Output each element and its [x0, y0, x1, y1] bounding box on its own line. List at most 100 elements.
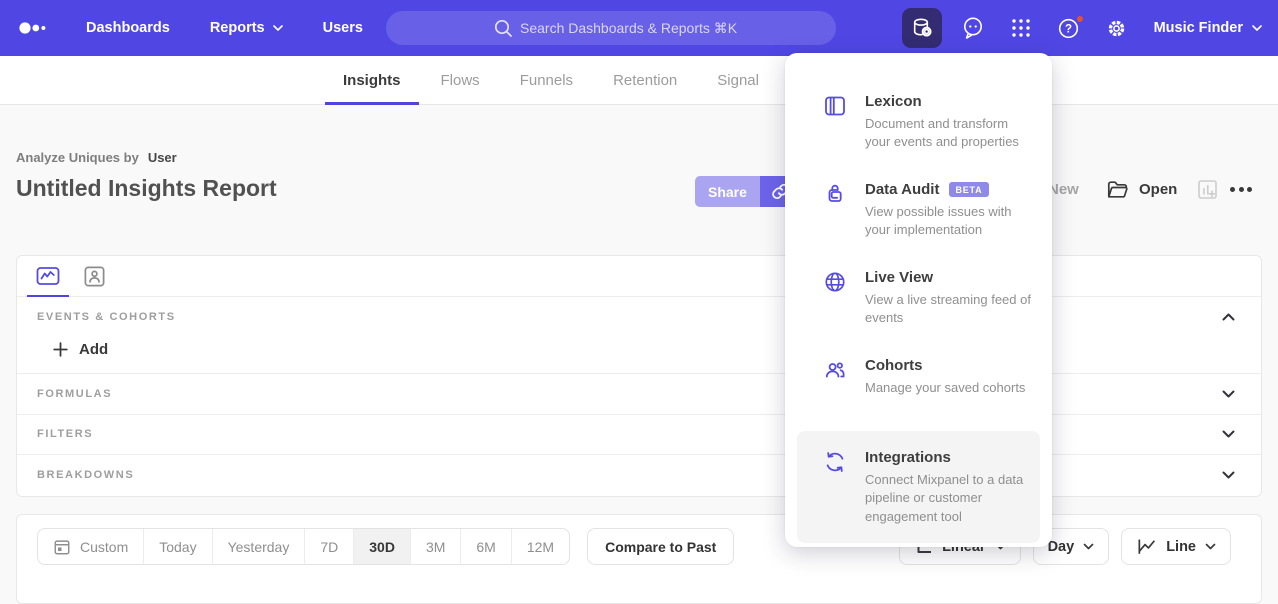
tab-profiles-view[interactable] [71, 256, 117, 296]
range-6m[interactable]: 6M [460, 529, 510, 564]
page-title[interactable]: Untitled Insights Report [16, 175, 277, 202]
nav-users[interactable]: Users [323, 20, 363, 36]
report-header: Untitled Insights Report Share New Open [0, 170, 1278, 214]
menu-item-text: Live View View a live streaming feed of … [865, 269, 1032, 328]
menu-item-lexicon[interactable]: Lexicon Document and transform your even… [785, 79, 1052, 167]
menu-item-cohorts[interactable]: Cohorts Manage your saved cohorts [785, 343, 1052, 431]
project-name: Music Finder [1154, 20, 1243, 36]
line-chart-icon [1136, 536, 1157, 557]
range-30d[interactable]: 30D [353, 529, 410, 564]
cohorts-description: Manage your saved cohorts [865, 379, 1025, 397]
nav-dashboards[interactable]: Dashboards [86, 20, 170, 36]
analyze-line: Analyze Uniques by User [16, 150, 177, 165]
mixpanel-logo-icon[interactable] [18, 21, 54, 35]
search-input[interactable] [386, 11, 836, 45]
chevron-up-icon [1222, 313, 1235, 321]
chevron-down-icon [1222, 471, 1235, 479]
menu-item-data-audit[interactable]: Data Audit BETA View possible issues wit… [785, 167, 1052, 255]
settings-gear-icon [1105, 17, 1128, 40]
range-12m[interactable]: 12M [511, 529, 569, 564]
apps-grid-button[interactable] [1004, 11, 1038, 45]
data-management-button[interactable] [902, 8, 942, 48]
chevron-down-icon [1252, 25, 1262, 31]
lexicon-icon [823, 94, 847, 118]
share-button[interactable]: Share [695, 176, 760, 207]
chart-toolbar: Custom Today Yesterday 7D 30D 3M 6M 12M … [16, 514, 1262, 604]
chevron-down-icon [1205, 543, 1216, 550]
live-view-description: View a live streaming feed of events [865, 291, 1032, 328]
nav-reports-label: Reports [210, 20, 265, 36]
nav-reports[interactable]: Reports [210, 20, 283, 36]
cohorts-people-icon [823, 358, 847, 382]
range-today[interactable]: Today [143, 529, 211, 564]
date-range-segmented: Custom Today Yesterday 7D 30D 3M 6M 12M [37, 528, 570, 565]
range-yesterday[interactable]: Yesterday [212, 529, 305, 564]
events-add-row: Add [17, 333, 1261, 373]
section-formulas[interactable]: FORMULAS [17, 373, 1261, 414]
integrations-description: Connect Mixpanel to a data pipeline or c… [865, 471, 1024, 526]
tab-funnels[interactable]: Funnels [502, 56, 591, 104]
feedback-button[interactable] [956, 11, 990, 45]
lexicon-description: Document and transform your events and p… [865, 115, 1032, 152]
help-button[interactable]: ? [1052, 11, 1086, 45]
live-view-globe-icon [823, 270, 847, 294]
project-switcher[interactable]: Music Finder [1154, 20, 1262, 36]
folder-icon [1106, 178, 1129, 201]
chart-type-label: Line [1166, 539, 1196, 555]
add-to-dashboard-button[interactable] [1196, 178, 1219, 201]
insights-chart-icon [36, 264, 60, 288]
events-cohorts-header[interactable]: EVENTS & COHORTS [17, 297, 1261, 333]
range-custom[interactable]: Custom [38, 529, 143, 564]
chevron-down-icon [1222, 390, 1235, 398]
menu-item-text: Lexicon Document and transform your even… [865, 93, 1032, 152]
menu-item-live-view[interactable]: Live View View a live streaming feed of … [785, 255, 1052, 343]
tab-insights[interactable]: Insights [325, 56, 419, 104]
integrations-sync-icon [823, 450, 847, 474]
open-report-button[interactable]: Open [1106, 178, 1177, 201]
search-icon [494, 19, 513, 38]
data-management-dropdown: Lexicon Document and transform your even… [785, 53, 1052, 547]
analyze-entity-select[interactable]: User [148, 150, 177, 165]
tab-retention[interactable]: Retention [595, 56, 695, 104]
apps-grid-icon [1011, 18, 1031, 38]
menu-item-integrations[interactable]: Integrations Connect Mixpanel to a data … [797, 431, 1040, 543]
chart-add-icon [1196, 178, 1219, 201]
tab-events-view[interactable] [25, 256, 71, 296]
add-label: Add [79, 341, 108, 358]
calendar-icon [53, 538, 71, 556]
range-custom-label: Custom [80, 539, 128, 555]
open-label: Open [1139, 181, 1177, 198]
filters-label: FILTERS [37, 428, 93, 440]
live-view-title: Live View [865, 269, 933, 286]
range-7d[interactable]: 7D [304, 529, 353, 564]
formulas-label: FORMULAS [37, 388, 112, 400]
search-bar[interactable] [386, 11, 836, 45]
section-filters[interactable]: FILTERS [17, 414, 1261, 455]
data-audit-icon [823, 182, 847, 206]
section-events-cohorts: EVENTS & COHORTS Add [17, 297, 1261, 373]
settings-button[interactable] [1100, 11, 1134, 45]
data-audit-title: Data Audit [865, 181, 939, 198]
section-breakdowns[interactable]: BREAKDOWNS [17, 454, 1261, 495]
add-event-button[interactable]: Add [47, 337, 114, 362]
chevron-down-icon [1083, 543, 1094, 550]
menu-item-text: Cohorts Manage your saved cohorts [865, 357, 1025, 397]
nav-users-label: Users [323, 20, 363, 36]
breakdowns-label: BREAKDOWNS [37, 469, 134, 481]
compare-to-past-button[interactable]: Compare to Past [587, 528, 734, 565]
analyze-prefix: Analyze Uniques by [16, 150, 139, 165]
chart-type-select[interactable]: Line [1121, 528, 1231, 565]
events-cohorts-label: EVENTS & COHORTS [37, 311, 176, 323]
top-nav: Dashboards Reports Users [0, 0, 1278, 56]
beta-badge: BETA [949, 182, 988, 197]
tab-signal[interactable]: Signal [699, 56, 777, 104]
tab-flows[interactable]: Flows [423, 56, 498, 104]
chevron-down-icon [1222, 430, 1235, 438]
profile-icon [83, 265, 106, 288]
builder-view-tabs [17, 256, 1261, 297]
feedback-bubble-icon [961, 16, 985, 40]
lexicon-title: Lexicon [865, 93, 922, 110]
range-3m[interactable]: 3M [410, 529, 460, 564]
more-options-button[interactable] [1230, 187, 1252, 192]
new-report-button[interactable]: New [1048, 181, 1079, 198]
